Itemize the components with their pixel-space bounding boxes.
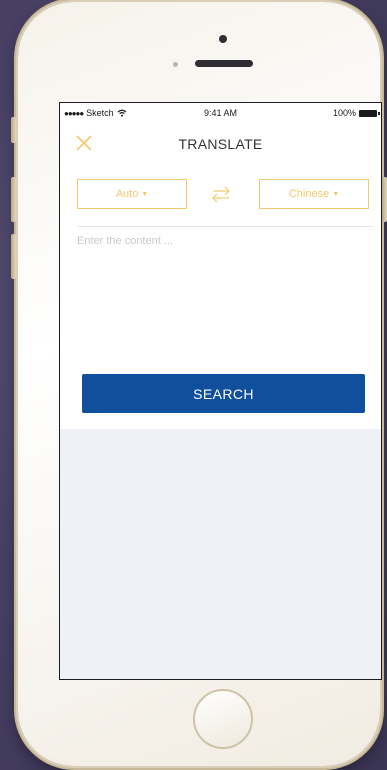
earpiece-speaker <box>195 60 253 67</box>
volume-down-button <box>11 234 16 279</box>
translate-panel: TRANSLATE Auto ▼ Chinese ▼ SEARCH <box>60 123 381 429</box>
content-input[interactable] <box>77 235 369 355</box>
nav-bar: TRANSLATE <box>60 123 381 163</box>
status-right: 100% <box>332 108 380 118</box>
front-camera <box>219 35 227 43</box>
proximity-sensor <box>173 62 178 67</box>
search-button[interactable]: SEARCH <box>82 374 365 413</box>
home-button[interactable] <box>193 689 253 749</box>
target-language-label: Chinese <box>288 188 330 200</box>
source-language-dropdown[interactable]: Auto ▼ <box>77 179 187 209</box>
battery-percent: 100% <box>332 108 356 118</box>
chevron-down-icon: ▼ <box>141 190 149 198</box>
page-title: TRANSLATE <box>178 136 263 152</box>
target-language-dropdown[interactable]: Chinese ▼ <box>259 179 369 209</box>
source-language-label: Auto <box>115 188 139 200</box>
mute-switch <box>11 117 16 143</box>
status-bar: ●●●●● Sketch 9:41 AM 100% <box>60 103 381 123</box>
divider <box>77 226 373 227</box>
volume-up-button <box>11 177 16 222</box>
swap-icon[interactable] <box>210 183 232 205</box>
chevron-down-icon: ▼ <box>332 190 340 198</box>
phone-screen: ●●●●● Sketch 9:41 AM 100% TRANSLATE Auto… <box>59 102 382 680</box>
battery-icon <box>359 109 380 117</box>
power-button <box>382 177 387 222</box>
phone-frame: ●●●●● Sketch 9:41 AM 100% TRANSLATE Auto… <box>11 2 387 766</box>
